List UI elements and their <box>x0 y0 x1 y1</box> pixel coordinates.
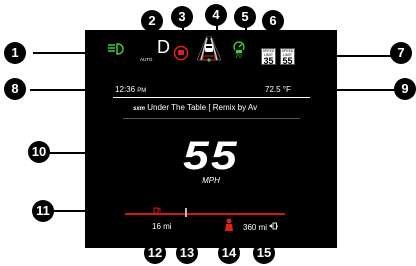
speed-limit-sign-55: SPEED LIMIT 55 <box>280 48 295 66</box>
media-source-label: sxm <box>133 106 146 112</box>
callout-badge-6: 6 <box>262 10 284 32</box>
fuel-gauge-marker <box>185 208 187 217</box>
callout-badge-5: 5 <box>234 6 256 28</box>
media-track-title: Under The Table [ Remix by Av <box>147 103 258 112</box>
speed-unit: MPH <box>202 176 220 185</box>
fuel-pump-icon <box>269 222 279 230</box>
callout-badge-11: 11 <box>32 200 54 222</box>
outside-temperature: 72.5 °F <box>265 85 291 94</box>
speed-limit-sign-35: SPEED LIMIT 35 <box>261 48 276 66</box>
adaptive-cruise-icon <box>233 41 245 53</box>
range-distance: 360 mi <box>243 222 279 232</box>
media-now-playing: sxm Under The Table [ Remix by Av <box>133 103 257 112</box>
clock-suffix: PM <box>137 88 147 94</box>
auto-headlight-icon <box>108 43 124 55</box>
acc-set-speed: 70 <box>235 54 242 60</box>
speed-limit-value-35: 35 <box>263 56 274 66</box>
forward-collision-warning-icon <box>173 45 189 61</box>
fuel-gauge-bar <box>125 213 285 215</box>
callout-badge-2: 2 <box>141 10 163 32</box>
callout-badge-9: 9 <box>394 78 416 100</box>
callout-badge-7: 7 <box>390 42 412 64</box>
callout-badge-10: 10 <box>28 141 50 163</box>
callout-badge-8: 8 <box>4 78 26 100</box>
speed-limit-value-55: 55 <box>282 56 293 66</box>
driver-warning-icon <box>225 218 233 231</box>
callout-badge-15: 15 <box>253 242 275 264</box>
callout-badge-14: 14 <box>218 242 240 264</box>
divider-top <box>113 97 310 98</box>
callout-badge-1: 1 <box>4 42 26 64</box>
callout-badge-3: 3 <box>171 6 193 28</box>
range-value: 360 mi <box>243 223 268 232</box>
headlight-auto-label: AUTO <box>140 57 153 62</box>
callout-badge-12: 12 <box>144 242 166 264</box>
divider-bottom <box>123 118 300 119</box>
digital-speedometer: 55 <box>183 134 239 178</box>
callout-badge-4: 4 <box>205 4 227 26</box>
lane-departure-icon <box>197 36 221 62</box>
callout-badge-13: 13 <box>176 242 198 264</box>
trip-distance: 16 mi <box>152 222 172 231</box>
clock-time: 12:36 <box>115 85 136 94</box>
gear-indicator: D <box>157 37 170 57</box>
cluster-display: AUTO D 70 SPEED LIMIT 35 SPEED LIMIT 55 … <box>85 30 337 248</box>
clock: 12:36 PM <box>115 85 146 94</box>
